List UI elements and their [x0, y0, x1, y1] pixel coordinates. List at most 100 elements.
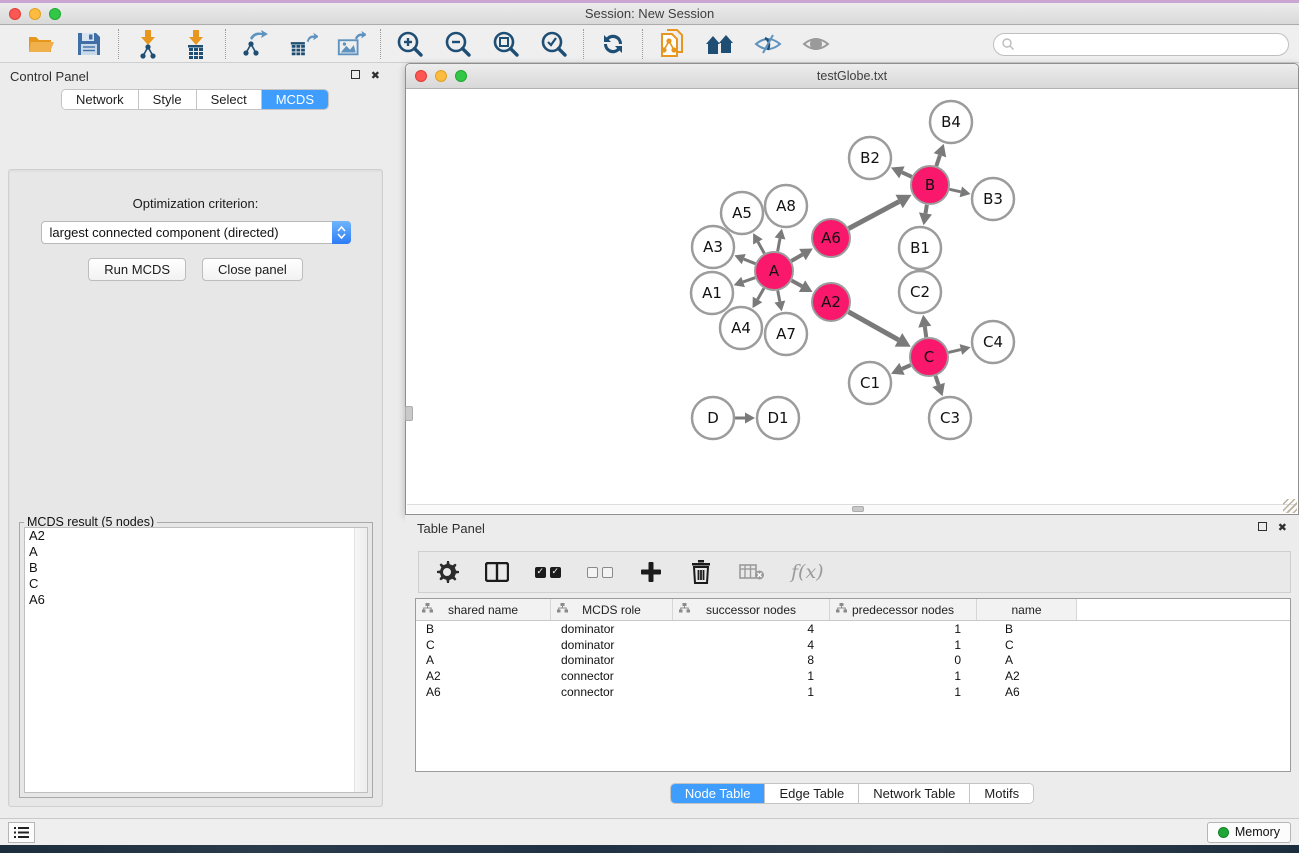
graph-edge-C-C1[interactable]: [902, 365, 911, 369]
table-cell[interactable]: 0: [830, 653, 977, 667]
graph-node-A3[interactable]: A3: [692, 226, 734, 268]
tab-select[interactable]: Select: [196, 90, 261, 109]
zoom-out-icon[interactable]: [443, 29, 473, 59]
zoom-window-button[interactable]: [49, 8, 61, 20]
close-panel-button[interactable]: Close panel: [202, 258, 303, 281]
table-cell[interactable]: A2: [977, 669, 1077, 683]
graph-node-C1[interactable]: C1: [849, 362, 891, 404]
show-graphics-icon[interactable]: [801, 29, 831, 59]
graph-node-C[interactable]: C: [910, 338, 948, 376]
graph-node-A6[interactable]: A6: [812, 219, 850, 257]
tab-edge-table[interactable]: Edge Table: [764, 784, 858, 803]
delete-column-icon[interactable]: [689, 559, 713, 585]
graph-node-A4[interactable]: A4: [720, 307, 762, 349]
table-cell[interactable]: A6: [977, 685, 1077, 699]
table-cell[interactable]: C: [977, 638, 1077, 652]
open-file-icon[interactable]: [26, 29, 56, 59]
import-network-icon[interactable]: [133, 29, 163, 59]
graph-edge-B-B3[interactable]: [950, 189, 961, 192]
table-row[interactable]: Adominator80A: [416, 653, 1290, 669]
graph-edge-A6-B[interactable]: [849, 202, 900, 229]
tab-network-table[interactable]: Network Table: [858, 784, 969, 803]
graph-node-C4[interactable]: C4: [972, 321, 1014, 363]
table-options-icon[interactable]: [435, 559, 459, 585]
close-window-button[interactable]: [9, 8, 21, 20]
table-float-panel-icon[interactable]: [1258, 522, 1267, 534]
graph-edge-A2-C[interactable]: [848, 312, 898, 340]
graph-edge-A-A6[interactable]: [791, 255, 802, 261]
graph-edge-B-B1[interactable]: [925, 205, 926, 214]
graph-edge-A-A1[interactable]: [743, 278, 755, 282]
table-cell[interactable]: dominator: [551, 638, 673, 652]
graph-edge-A-A3[interactable]: [744, 259, 756, 264]
column-header-successor-nodes[interactable]: successor nodes: [673, 599, 830, 620]
graph-node-D1[interactable]: D1: [757, 397, 799, 439]
task-history-button[interactable]: [8, 822, 35, 843]
hide-panel-icon[interactable]: [753, 29, 783, 59]
new-network-icon[interactable]: [657, 29, 687, 59]
zoom-fit-icon[interactable]: [491, 29, 521, 59]
graph-node-A2[interactable]: A2: [812, 283, 850, 321]
graph-node-A5[interactable]: A5: [721, 192, 763, 234]
table-row[interactable]: A6connector11A6: [416, 684, 1290, 700]
table-cell[interactable]: 1: [830, 669, 977, 683]
graph-node-D[interactable]: D: [692, 397, 734, 439]
graph-edge-A-A4[interactable]: [758, 288, 764, 299]
tab-network[interactable]: Network: [62, 90, 138, 109]
column-header-shared-name[interactable]: shared name: [416, 599, 551, 620]
table-cell[interactable]: 1: [673, 685, 830, 699]
close-panel-icon[interactable]: ✖: [371, 71, 380, 82]
mcds-result-item[interactable]: A6: [25, 592, 367, 608]
graph-edge-B-B4[interactable]: [936, 155, 940, 166]
home-icon[interactable]: [705, 29, 735, 59]
export-network-icon[interactable]: [240, 29, 270, 59]
tab-node-table[interactable]: Node Table: [671, 784, 765, 803]
run-mcds-button[interactable]: Run MCDS: [88, 258, 186, 281]
network-horizontal-scrollbar[interactable]: [407, 504, 1297, 513]
table-row[interactable]: Cdominator41C: [416, 637, 1290, 653]
graph-node-B2[interactable]: B2: [849, 137, 891, 179]
mcds-result-item[interactable]: B: [25, 560, 367, 576]
graph-edge-C-C3[interactable]: [936, 376, 939, 385]
show-columns-icon[interactable]: [485, 559, 509, 585]
graph-node-A1[interactable]: A1: [691, 272, 733, 314]
table-cell[interactable]: 1: [830, 638, 977, 652]
table-cell[interactable]: B: [416, 622, 551, 636]
graph-node-B4[interactable]: B4: [930, 101, 972, 143]
table-close-panel-icon[interactable]: ✖: [1278, 523, 1287, 534]
table-cell[interactable]: C: [416, 638, 551, 652]
table-cell[interactable]: A: [977, 653, 1077, 667]
table-cell[interactable]: B: [977, 622, 1077, 636]
network-window-titlebar[interactable]: testGlobe.txt: [406, 64, 1298, 89]
table-row[interactable]: Bdominator41B: [416, 621, 1290, 637]
network-minimize-button[interactable]: [435, 70, 447, 82]
horizontal-scroll-thumb[interactable]: [852, 506, 864, 512]
float-panel-icon[interactable]: [351, 70, 360, 82]
network-zoom-button[interactable]: [455, 70, 467, 82]
criterion-dropdown[interactable]: largest connected component (directed): [41, 221, 351, 244]
table-cell[interactable]: A6: [416, 685, 551, 699]
search-input[interactable]: [993, 33, 1289, 56]
graph-node-B[interactable]: B: [911, 166, 949, 204]
graph-edge-B-B2[interactable]: [902, 172, 912, 176]
graph-node-A[interactable]: A: [755, 252, 793, 290]
table-cell[interactable]: dominator: [551, 622, 673, 636]
result-list-scrollbar[interactable]: [354, 528, 367, 792]
refresh-icon[interactable]: [598, 29, 628, 59]
table-row[interactable]: A2connector11A2: [416, 668, 1290, 684]
graph-edge-A-A2[interactable]: [792, 281, 802, 287]
mcds-result-item[interactable]: A: [25, 544, 367, 560]
table-cell[interactable]: 1: [830, 622, 977, 636]
network-canvas[interactable]: B4B2BB3A5A8A6A3B1AA1C2A2A4A7C4CC1C3DD1: [407, 90, 1297, 504]
graph-node-C2[interactable]: C2: [899, 271, 941, 313]
graph-node-B1[interactable]: B1: [899, 227, 941, 269]
export-image-icon[interactable]: [336, 29, 366, 59]
table-cell[interactable]: dominator: [551, 653, 673, 667]
export-table-icon[interactable]: [288, 29, 318, 59]
network-vertical-scrollbar[interactable]: [405, 406, 413, 421]
table-cell[interactable]: A: [416, 653, 551, 667]
graph-edge-C-C2[interactable]: [925, 327, 926, 338]
table-cell[interactable]: connector: [551, 685, 673, 699]
minimize-window-button[interactable]: [29, 8, 41, 20]
tab-style[interactable]: Style: [138, 90, 196, 109]
